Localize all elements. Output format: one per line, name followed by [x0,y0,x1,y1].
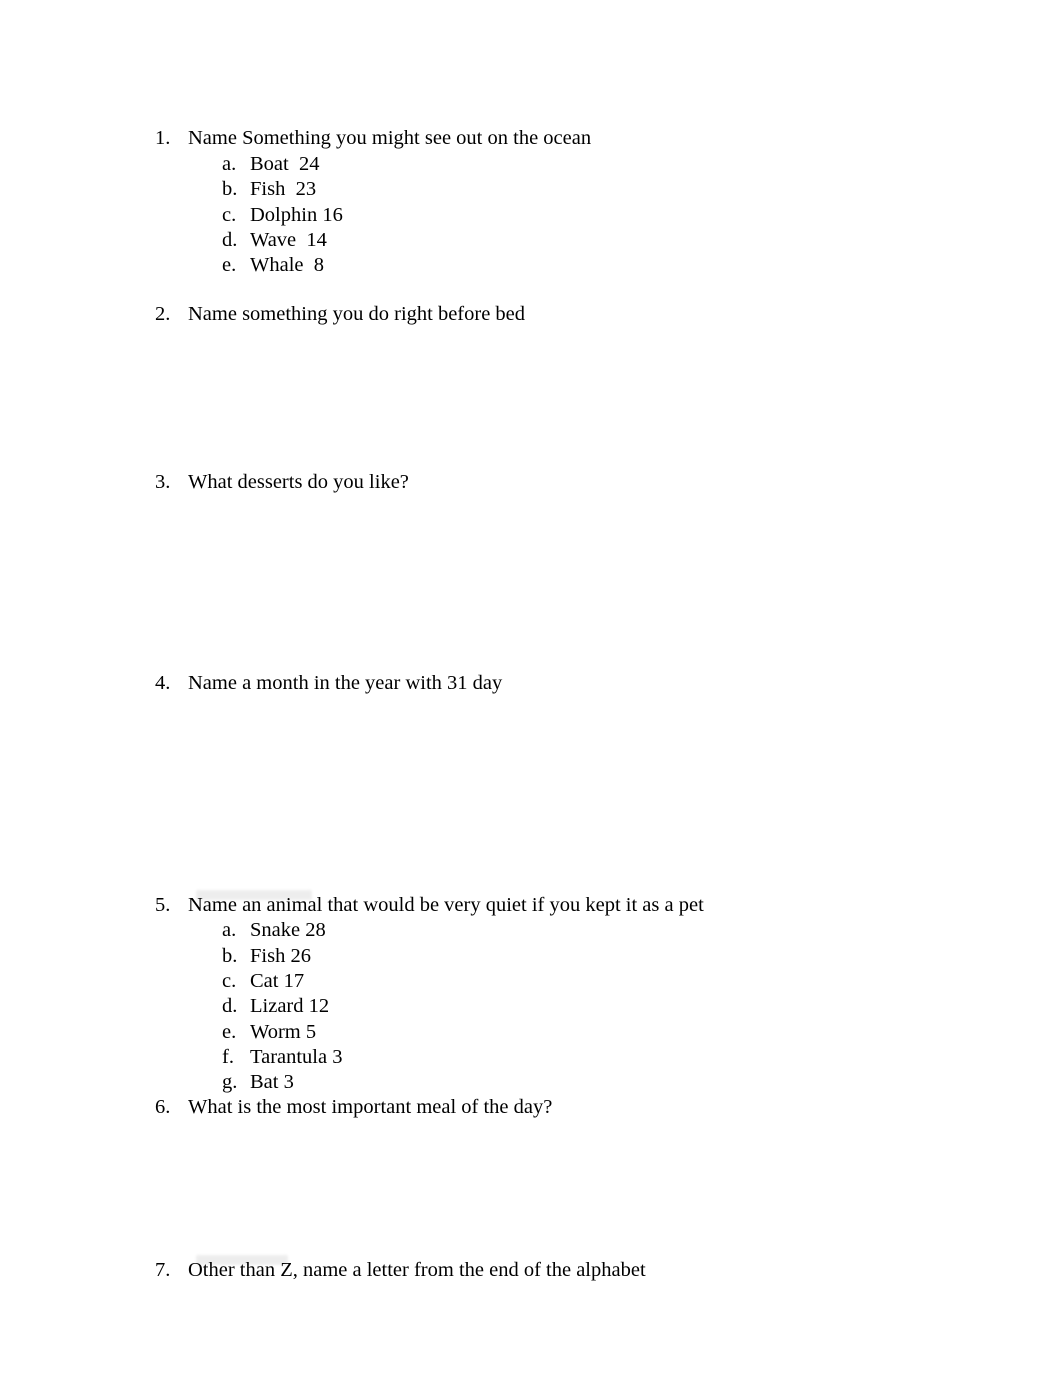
question-text: What desserts do you like? [188,471,409,493]
answer-item: g. Bat 3 [222,1070,294,1095]
answer-item: a. Boat 24 [222,152,319,177]
answer-text: Lizard 12 [250,995,330,1017]
answer-marker: e. [222,1021,237,1043]
question-marker: 1. [155,127,171,149]
answer-text: Wave 14 [250,229,327,251]
answer-marker: c. [222,204,237,226]
question-item: 7. Other than Z, name a letter from the … [155,1258,646,1283]
answer-marker: d. [222,229,238,251]
answer-text: Dolphin 16 [250,204,343,226]
answer-marker: b. [222,178,238,200]
answer-item: b. Fish 26 [222,944,311,969]
answer-item: d. Wave 14 [222,228,327,253]
answer-text: Snake 28 [250,919,326,941]
answer-item: e. Worm 5 [222,1020,316,1045]
question-marker: 5. [155,894,171,916]
question-text: Other than Z, name a letter from the end… [188,1259,646,1281]
answer-item: d. Lizard 12 [222,994,329,1019]
question-item: 3. What desserts do you like? [155,470,409,495]
question-text: Name an animal that would be very quiet … [188,894,704,916]
answer-text: Tarantula 3 [250,1046,343,1068]
question-item: 1. Name Something you might see out on t… [155,126,591,151]
answer-item: a. Snake 28 [222,918,326,943]
answer-item: c. Dolphin 16 [222,203,343,228]
answer-marker: e. [222,254,237,276]
question-item: 5. Name an animal that would be very qui… [155,893,704,918]
answer-text: Cat 17 [250,970,305,992]
question-text: Name something you do right before bed [188,303,526,325]
question-marker: 4. [155,672,171,694]
answer-text: Worm 5 [250,1021,317,1043]
question-text: What is the most important meal of the d… [188,1096,553,1118]
document-page: 1. Name Something you might see out on t… [0,0,1062,1377]
question-marker: 3. [155,471,171,493]
question-item: 4. Name a month in the year with 31 day [155,671,502,696]
answer-marker: c. [222,970,237,992]
answer-item: e. Whale 8 [222,253,324,278]
question-text: Name Something you might see out on the … [188,127,592,149]
question-marker: 7. [155,1259,171,1281]
question-item: 2. Name something you do right before be… [155,302,525,327]
answer-item: c. Cat 17 [222,969,304,994]
answer-text: Fish 23 [250,178,317,200]
answer-marker: b. [222,945,238,967]
answer-marker: d. [222,995,238,1017]
answer-marker: a. [222,153,237,175]
answer-item: f. Tarantula 3 [222,1045,342,1070]
question-marker: 6. [155,1096,171,1118]
question-item: 6. What is the most important meal of th… [155,1095,552,1120]
answer-marker: a. [222,919,237,941]
answer-text: Bat 3 [250,1071,294,1093]
answer-text: Whale 8 [250,254,324,276]
answer-item: b. Fish 23 [222,177,316,202]
answer-text: Fish 26 [250,945,311,967]
question-text: Name a month in the year with 31 day [188,672,503,694]
answer-marker: g. [222,1071,238,1093]
question-marker: 2. [155,303,171,325]
answer-text: Boat 24 [250,153,320,175]
answer-marker: f. [222,1046,234,1068]
